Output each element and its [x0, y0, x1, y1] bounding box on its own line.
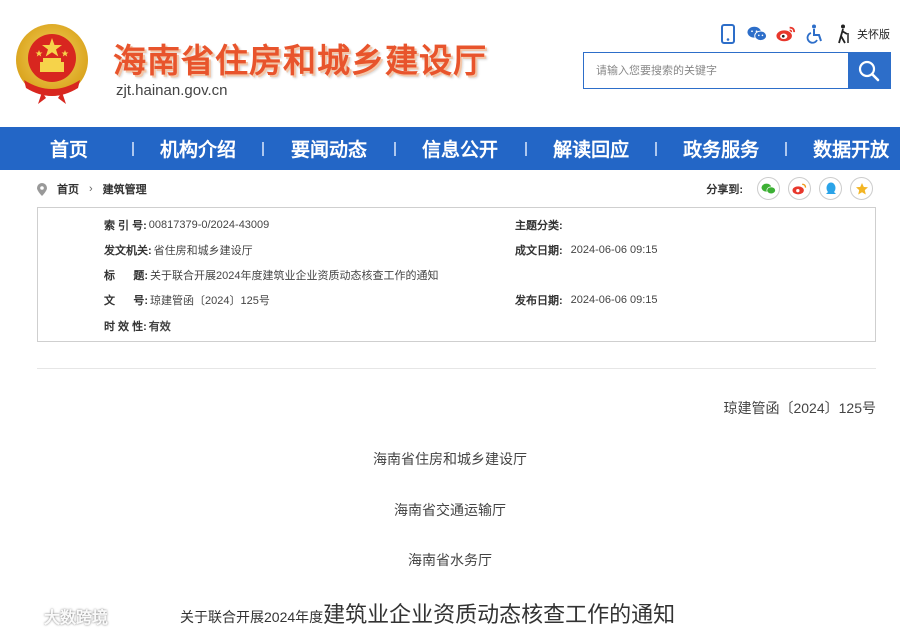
document-issuer: 海南省交通运输厅 — [394, 502, 506, 518]
document-issuer: 海南省住房和城乡建设厅 — [373, 451, 527, 467]
meta-index: 索 引 号: 00817379-0/2024-43009 — [104, 217, 269, 233]
nav-news[interactable]: 要闻动态 — [291, 127, 367, 170]
watermark: 大数跨境 — [6, 604, 108, 628]
site-header: 海南省住房和城乡建设厅 zjt.hainan.gov.cn 关怀版 — [0, 0, 900, 127]
document-issuer: 海南省水务厅 — [408, 552, 492, 568]
meta-index-key: 索 引 号: — [104, 220, 147, 232]
search-icon — [858, 60, 880, 81]
meta-topic-key: 主题分类: — [515, 220, 563, 232]
meta-index-value: 00817379-0/2024-43009 — [148, 219, 270, 231]
nav-public-info[interactable]: 信息公开 — [422, 127, 498, 170]
nav-separator — [262, 141, 265, 156]
meta-topic: 主题分类: — [515, 217, 565, 233]
nav-home[interactable]: 首页 — [50, 127, 88, 170]
share-bar: 分享到: — [706, 177, 873, 200]
top-toolbar: 关怀版 — [718, 24, 890, 44]
qzone-share-icon[interactable] — [850, 177, 873, 200]
meta-title: 标 题: 关于联合开展2024年度建筑业企业资质动态核查工作的通知 — [104, 267, 438, 283]
meta-issuer-value: 省住房和城乡建设厅 — [153, 245, 253, 257]
meta-issuer: 发文机关: 省住房和城乡建设厅 — [104, 242, 253, 258]
document-title-main: 建筑业企业资质动态核查工作的通知 — [323, 602, 676, 627]
nav-interpretation[interactable]: 解读回应 — [553, 127, 629, 170]
document-title-prefix: 关于联合开展2024年度 — [180, 609, 324, 625]
breadcrumb-current[interactable]: 建筑管理 — [103, 181, 147, 197]
meta-date: 成文日期: 2024-06-06 09:15 — [515, 242, 658, 258]
nav-separator — [394, 141, 397, 156]
main-nav: 首页 机构介绍 要闻动态 信息公开 解读回应 政务服务 数据开放 — [0, 127, 900, 170]
meta-docno-key: 文 号: — [104, 295, 148, 307]
watermark-logo-icon — [7, 609, 40, 623]
meta-docno: 文 号: 琼建管函〔2024〕125号 — [104, 292, 270, 308]
meta-issuer-key: 发文机关: — [104, 245, 152, 257]
document-meta-box: 索 引 号: 00817379-0/2024-43009 主题分类: 发文机关:… — [37, 207, 876, 342]
meta-pubdate: 发布日期: 2024-06-06 09:15 — [515, 292, 658, 308]
site-title[interactable]: 海南省住房和城乡建设厅 — [113, 34, 487, 82]
location-pin-icon — [37, 182, 47, 196]
site-domain: zjt.hainan.gov.cn — [116, 82, 228, 99]
meta-title-value: 关于联合开展2024年度建筑业企业资质动态核查工作的通知 — [150, 270, 439, 282]
wechat-share-icon[interactable] — [757, 177, 780, 200]
breadcrumb: 首页 › 建筑管理 — [37, 181, 147, 197]
document-number: 琼建管函〔2024〕125号 — [723, 400, 876, 416]
meta-date-key: 成文日期: — [515, 245, 563, 257]
meta-pubdate-value: 2024-06-06 09:15 — [570, 294, 658, 306]
nav-separator — [525, 141, 528, 156]
nav-separator — [655, 141, 658, 156]
nav-open-data[interactable]: 数据开放 — [813, 127, 889, 170]
national-emblem-logo[interactable] — [12, 22, 92, 106]
nav-separator — [785, 141, 788, 156]
chevron-right-icon: › — [89, 183, 93, 195]
breadcrumb-home[interactable]: 首页 — [57, 181, 79, 197]
wechat-icon[interactable] — [747, 24, 767, 44]
elder-care-icon[interactable] — [834, 24, 854, 44]
meta-date-value: 2024-06-06 09:15 — [570, 244, 658, 256]
nav-about[interactable]: 机构介绍 — [160, 127, 236, 170]
nav-gov-services[interactable]: 政务服务 — [683, 127, 759, 170]
nav-separator — [132, 141, 135, 156]
search-input[interactable] — [584, 53, 848, 88]
qq-share-icon[interactable] — [819, 177, 842, 200]
document-title: 关于联合开展2024年度建筑业企业资质动态核查工作的通知 — [180, 597, 675, 629]
meta-pubdate-key: 发布日期: — [515, 295, 563, 307]
share-label: 分享到: — [706, 183, 743, 196]
watermark-text: 大数跨境 — [44, 610, 109, 627]
weibo-share-icon[interactable] — [788, 177, 811, 200]
meta-validity-value: 有效 — [148, 321, 171, 333]
meta-validity: 时 效 性: 有效 — [104, 318, 171, 334]
mobile-icon[interactable] — [718, 24, 738, 44]
weibo-icon[interactable] — [776, 24, 796, 44]
search-button[interactable] — [848, 53, 890, 88]
search-box — [583, 52, 891, 89]
content-divider — [37, 368, 876, 369]
accessibility-icon[interactable] — [805, 24, 825, 44]
care-version-link[interactable]: 关怀版 — [857, 26, 890, 42]
meta-validity-key: 时 效 性: — [104, 321, 147, 333]
meta-title-key: 标 题: — [104, 270, 148, 282]
meta-docno-value: 琼建管函〔2024〕125号 — [150, 295, 270, 307]
